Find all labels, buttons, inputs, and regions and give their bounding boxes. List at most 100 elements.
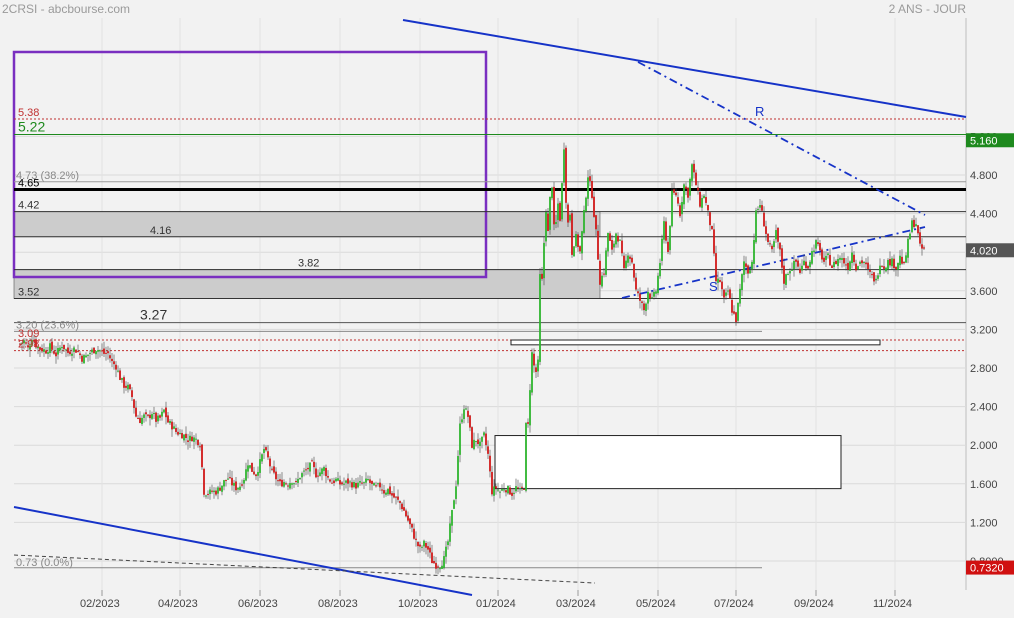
candle-body bbox=[329, 479, 331, 482]
candle-body bbox=[699, 191, 701, 207]
candle-body bbox=[193, 437, 195, 442]
candle-body bbox=[727, 290, 729, 292]
candle-body bbox=[869, 269, 871, 272]
candle-body bbox=[115, 364, 117, 370]
candle-body bbox=[777, 227, 779, 242]
candle-body bbox=[919, 232, 921, 244]
candle-body bbox=[765, 226, 767, 234]
candle-body bbox=[599, 260, 601, 285]
candle-body bbox=[829, 254, 831, 266]
candle-body bbox=[481, 436, 483, 442]
candle-body bbox=[349, 481, 351, 483]
candle-body bbox=[827, 253, 829, 256]
candle-body bbox=[513, 492, 515, 494]
candle-body bbox=[89, 352, 91, 354]
candle-body bbox=[559, 202, 561, 221]
candle-body bbox=[785, 274, 787, 285]
candle-body bbox=[415, 538, 417, 540]
candle-body bbox=[859, 261, 861, 264]
candle-body bbox=[535, 367, 537, 372]
candle-body bbox=[341, 482, 343, 485]
candle-body bbox=[385, 492, 387, 495]
candle-body bbox=[449, 523, 451, 542]
candle-body bbox=[853, 254, 855, 263]
candle-body bbox=[135, 407, 137, 417]
candle-body bbox=[651, 297, 653, 299]
candle-body bbox=[683, 184, 685, 205]
candle-body bbox=[245, 469, 247, 481]
candle-body bbox=[291, 483, 293, 485]
candle-body bbox=[767, 233, 769, 242]
candle-body bbox=[537, 359, 539, 372]
candle-body bbox=[779, 242, 781, 250]
candle-body bbox=[165, 407, 167, 418]
candle-body bbox=[161, 411, 163, 417]
candle-body bbox=[127, 384, 129, 390]
candle-body bbox=[473, 439, 475, 450]
candle-body bbox=[735, 312, 737, 323]
candle-body bbox=[107, 351, 109, 354]
candle-body bbox=[693, 163, 695, 173]
candle-body bbox=[771, 245, 773, 250]
candle-body bbox=[247, 465, 249, 472]
candle-body bbox=[475, 440, 477, 442]
candle-body bbox=[551, 187, 553, 199]
candle-body bbox=[623, 255, 625, 269]
candle-body bbox=[813, 250, 815, 253]
candle-body bbox=[591, 180, 593, 198]
candle-body bbox=[219, 487, 221, 491]
candle-body bbox=[97, 350, 99, 352]
y-tick-label: 4.400 bbox=[970, 209, 998, 221]
candle-body bbox=[417, 541, 419, 547]
candle-body bbox=[921, 244, 923, 249]
candle-body bbox=[821, 249, 823, 260]
candle-body bbox=[489, 455, 491, 472]
candle-body bbox=[769, 243, 771, 245]
candle-body bbox=[45, 350, 47, 354]
candle-body bbox=[573, 246, 575, 257]
candle-body bbox=[521, 486, 523, 488]
candle-body bbox=[443, 556, 445, 568]
candle-body bbox=[897, 262, 899, 270]
gap-box-top bbox=[510, 339, 881, 346]
candle-body bbox=[763, 212, 765, 227]
candle-body bbox=[547, 213, 549, 232]
y-tick-label: 1.200 bbox=[970, 517, 998, 529]
candle-body bbox=[63, 344, 65, 350]
candle-body bbox=[629, 256, 631, 259]
candle-body bbox=[427, 546, 429, 550]
candle-body bbox=[529, 390, 531, 426]
candle-body bbox=[351, 482, 353, 488]
candle-body bbox=[445, 546, 447, 557]
candle-body bbox=[369, 479, 371, 483]
candle-body bbox=[173, 426, 175, 429]
candle-body bbox=[561, 183, 563, 220]
zone-3.82-3.52 bbox=[13, 269, 601, 299]
price-tag-label: 0.7320 bbox=[970, 563, 1004, 575]
candle-body bbox=[273, 466, 275, 473]
candle-body bbox=[283, 482, 285, 487]
level-label: 0.73 (0.0%) bbox=[16, 557, 73, 569]
candle-body bbox=[315, 468, 317, 478]
candle-body bbox=[815, 240, 817, 249]
candle-body bbox=[453, 500, 455, 509]
chart-source-label: 2CRSI - abcbourse.com bbox=[2, 2, 131, 16]
candle-body bbox=[783, 265, 785, 284]
candle-body bbox=[847, 262, 849, 270]
candle-body bbox=[635, 277, 637, 290]
candle-body bbox=[907, 238, 909, 258]
candle-body bbox=[905, 255, 907, 263]
candle-body bbox=[803, 260, 805, 266]
candle-body bbox=[103, 348, 105, 354]
candle-body bbox=[661, 238, 663, 261]
candle-body bbox=[659, 263, 661, 277]
candle-body bbox=[379, 482, 381, 488]
candle-body bbox=[399, 501, 401, 503]
candle-body bbox=[575, 234, 577, 247]
candle-body bbox=[393, 493, 395, 498]
candle-body bbox=[121, 377, 123, 380]
candle-body bbox=[583, 209, 585, 233]
candle-body bbox=[553, 186, 555, 225]
candle-body bbox=[713, 229, 715, 254]
candle-body bbox=[95, 351, 97, 355]
